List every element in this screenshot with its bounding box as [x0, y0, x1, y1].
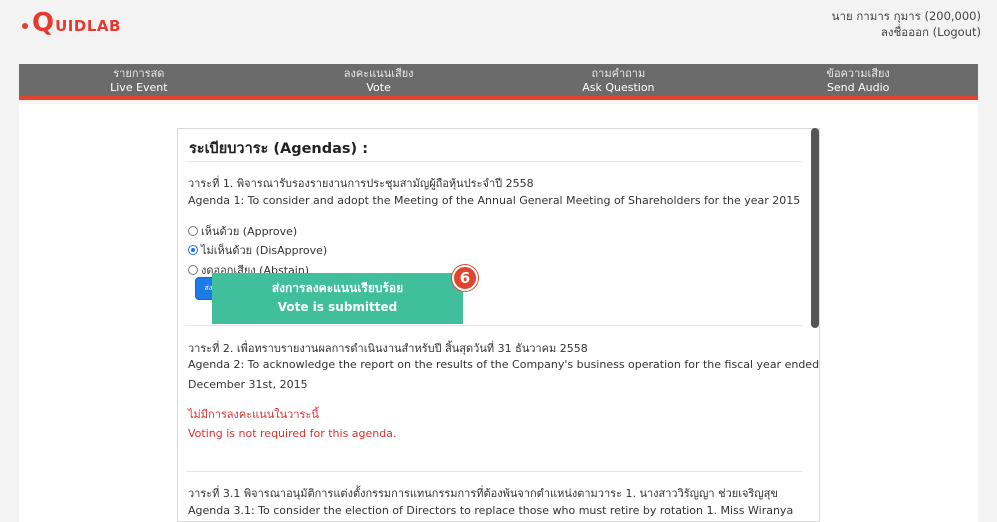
top-bar: Q UIDLAB นาย กามาร กุมาร (200,000) ลงชื่…: [0, 0, 997, 60]
nav-vote-en: Vote: [366, 81, 391, 94]
panel-scrollbar[interactable]: [811, 128, 819, 328]
nav-ask-question[interactable]: ถามคำถาม Ask Question: [499, 64, 739, 96]
user-info: นาย กามาร กุมาร (200,000) ลงชื่อออก (Log…: [832, 8, 981, 40]
main-nav: รายการสด Live Event ลงคะแนนเสียง Vote ถา…: [19, 64, 978, 100]
option-approve[interactable]: เห็นด้วย (Approve): [188, 222, 297, 240]
nav-ask-question-en: Ask Question: [582, 81, 655, 94]
nav-live-event[interactable]: รายการสด Live Event: [19, 64, 259, 96]
quidlab-logo[interactable]: Q UIDLAB: [22, 10, 121, 36]
nav-send-audio-th: ข้อความเสียง: [826, 67, 890, 80]
agenda2-title-en-2: December 31st, 2015: [188, 378, 308, 391]
logo-dot: [22, 23, 28, 29]
option-approve-label: เห็นด้วย (Approve): [201, 225, 298, 238]
nav-vote-th: ลงคะแนนเสียง: [343, 67, 414, 80]
nav-vote[interactable]: ลงคะแนนเสียง Vote: [259, 64, 499, 96]
nav-send-audio-en: Send Audio: [826, 81, 890, 94]
agenda3-title-en: Agenda 3.1: To consider the election of …: [188, 504, 794, 517]
vote-submitted-th: ส่งการลงคะแนนเรียบร้อย: [271, 281, 404, 295]
user-name: นาย กามาร กุมาร (200,000): [831, 9, 981, 23]
no-vote-en: Voting is not required for this agenda.: [188, 427, 397, 440]
option-disapprove-label: ไม่เห็นด้วย (DisApprove): [201, 244, 328, 257]
logo-q: Q: [32, 8, 55, 38]
agenda2-title-th: วาระที่ 2. เพื่อทราบรายงานผลการดำเนินงาน…: [188, 342, 588, 355]
divider: [186, 471, 802, 472]
divider: [186, 161, 802, 162]
no-vote-th: ไม่มีการลงคะแนนในวาระนี้: [188, 408, 319, 421]
vote-submitted-banner: ส่งการลงคะแนนเรียบร้อย Vote is submitted: [212, 273, 463, 324]
agenda3-title-th: วาระที่ 3.1 พิจารณาอนุมัติการแต่งตั้งกรร…: [188, 487, 778, 500]
nav-live-event-en: Live Event: [110, 81, 168, 94]
nav-send-audio[interactable]: ข้อความเสียง Send Audio: [738, 64, 978, 96]
logo-text: UIDLAB: [55, 17, 121, 35]
option-disapprove[interactable]: ไม่เห็นด้วย (DisApprove): [188, 241, 327, 259]
nav-live-event-th: รายการสด: [113, 67, 165, 80]
logout-link[interactable]: ลงชื่อออก (Logout): [881, 25, 981, 39]
agenda1-title-en: Agenda 1: To consider and adopt the Meet…: [188, 194, 801, 207]
nav-ask-question-th: ถามคำถาม: [591, 67, 646, 80]
divider: [186, 325, 802, 326]
agenda1-title-th: วาระที่ 1. พิจารณารับรองรายงานการประชุมส…: [188, 177, 534, 190]
agenda2-title-en-1: Agenda 2: To acknowledge the report on t…: [188, 358, 820, 371]
radio-abstain[interactable]: [188, 265, 198, 275]
agendas-heading: ระเบียบวาระ (Agendas) :: [189, 141, 368, 157]
vote-submitted-en: Vote is submitted: [277, 300, 398, 314]
agenda-panel: ระเบียบวาระ (Agendas) : วาระที่ 1. พิจาร…: [177, 128, 820, 522]
step-badge: 6: [452, 265, 478, 291]
radio-approve[interactable]: [188, 226, 198, 236]
radio-disapprove[interactable]: [188, 245, 198, 255]
